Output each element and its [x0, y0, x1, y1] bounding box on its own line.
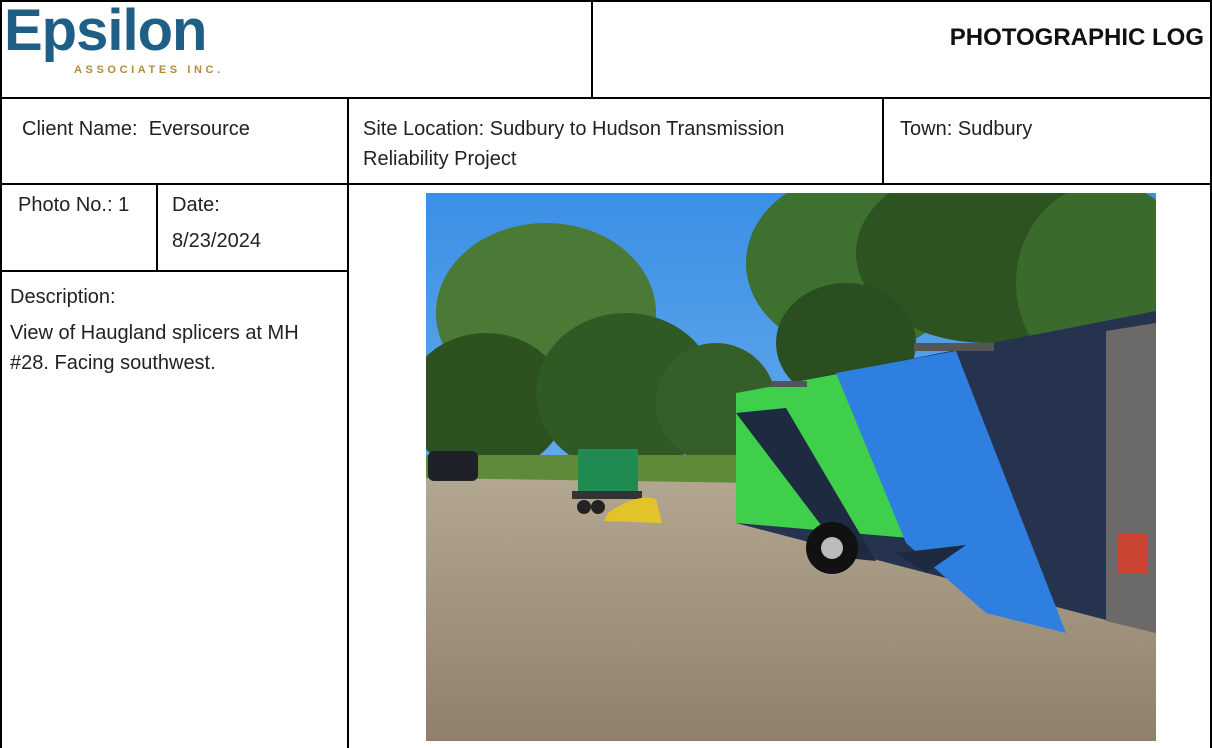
description-line1: View of Haugland splicers at MH: [10, 322, 299, 344]
site-location-line2: Reliability Project: [363, 148, 517, 170]
photo-number-value: 1: [118, 194, 130, 216]
description-line2: #28. Facing southwest.: [10, 352, 216, 374]
site-photo: [426, 193, 1156, 741]
date-label: Date:: [172, 194, 220, 216]
town-value: Sudbury: [957, 118, 1033, 140]
description-label: Description:: [10, 286, 116, 308]
header-title-cell: PHOTOGRAPHIC LOG: [593, 0, 1210, 97]
client-name-cell: Client Name: Eversource: [22, 114, 342, 144]
client-label: Client Name:: [22, 118, 138, 140]
town-cell: Town: Sudbury: [900, 114, 1200, 144]
town-label: Town:: [900, 118, 953, 140]
company-logo: Epsilon ASSOCIATES INC.: [0, 0, 590, 97]
site-location-line1: Site Location: Sudbury to Hudson Transmi…: [363, 118, 785, 140]
client-value: Eversource: [148, 118, 250, 140]
date-cell: Date: 8/23/2024: [172, 190, 342, 256]
site-location-cell: Site Location: Sudbury to Hudson Transmi…: [363, 114, 878, 174]
page-title: PHOTOGRAPHIC LOG: [949, 24, 1204, 51]
photo-number-label: Photo No.:: [18, 194, 113, 216]
description-cell: Description: View of Haugland splicers a…: [10, 282, 345, 378]
date-value: 8/23/2024: [172, 230, 261, 252]
photo-number-cell: Photo No.: 1: [18, 190, 154, 220]
logo-wordmark: Epsilon: [4, 0, 207, 63]
logo-subtext: ASSOCIATES INC.: [74, 64, 224, 76]
description-text: View of Haugland splicers at MH #28. Fac…: [10, 318, 345, 378]
